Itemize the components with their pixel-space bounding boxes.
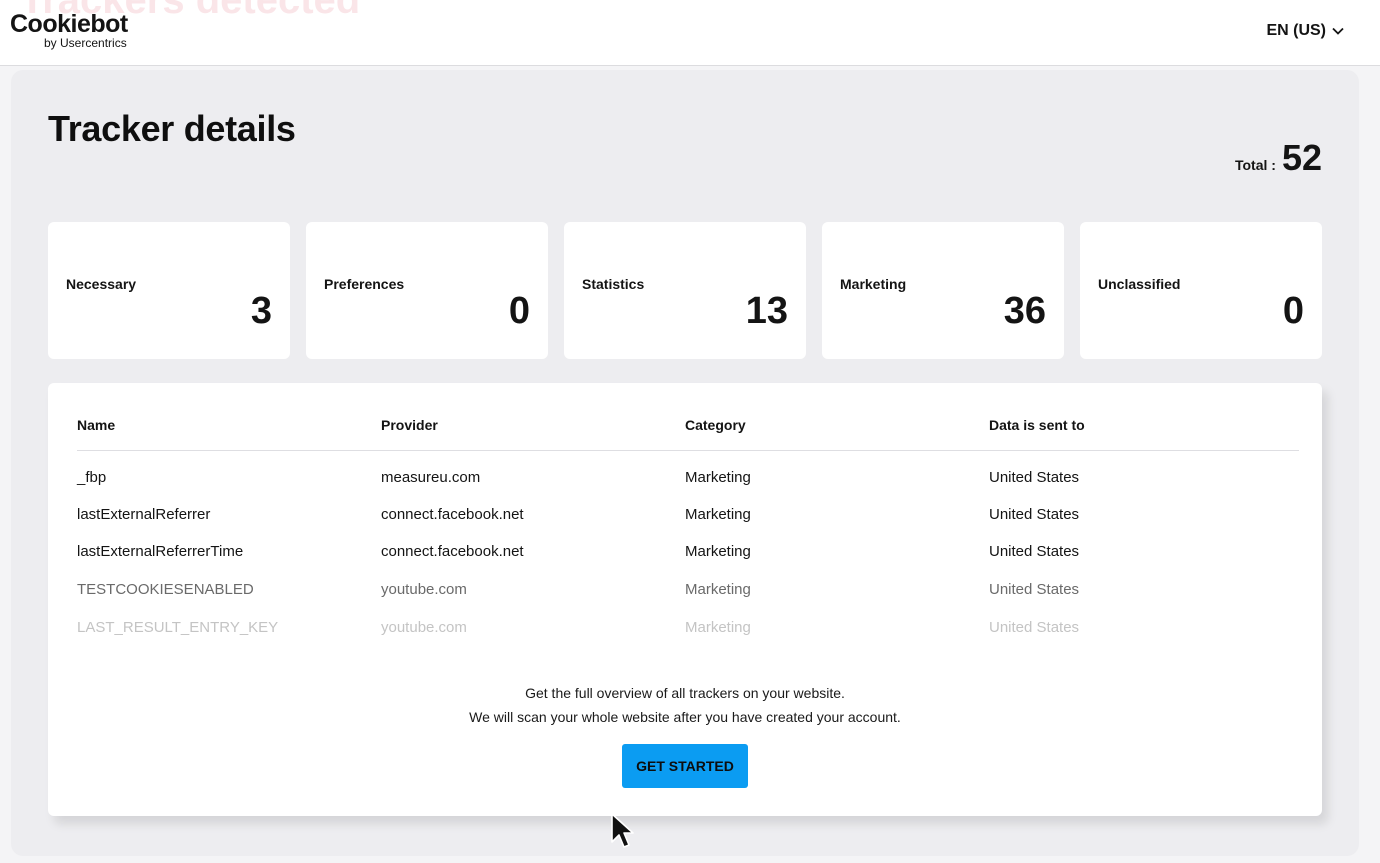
tracker-destination: United States	[989, 543, 1080, 560]
table-row: lastExternalReferrerTime connect.faceboo…	[48, 543, 1322, 567]
tracker-category: Marketing	[685, 543, 751, 560]
tracker-name: LAST_RESULT_ENTRY_KEY	[77, 619, 279, 636]
tracker-destination: United States	[989, 506, 1080, 523]
category-card-unclassified: Unclassified 0	[1080, 222, 1322, 359]
table-row: lastExternalReferrer connect.facebook.ne…	[48, 506, 1322, 530]
tracker-destination: United States	[989, 469, 1080, 486]
tracker-category: Marketing	[685, 619, 751, 636]
tracker-category: Marketing	[685, 581, 751, 598]
tracker-provider: connect.facebook.net	[381, 506, 524, 523]
total-label: Total :	[1234, 157, 1276, 173]
mouse-pointer-icon	[610, 812, 634, 855]
language-selector[interactable]: EN (US)	[1266, 21, 1344, 41]
category-card-preferences: Preferences 0	[306, 222, 548, 359]
column-header-name: Name	[77, 417, 116, 433]
category-card-marketing: Marketing 36	[822, 222, 1064, 359]
tracker-provider: measureu.com	[381, 469, 481, 486]
tracker-provider: youtube.com	[381, 619, 467, 636]
tracker-name: _fbp	[77, 469, 107, 486]
table-row: _fbp measureu.com Marketing United State…	[48, 469, 1322, 493]
total-count: Total : 52	[1235, 137, 1322, 179]
cookiebot-logo[interactable]: Cookiebot by Usercentrics	[10, 10, 140, 52]
category-card-necessary: Necessary 3	[48, 222, 290, 359]
column-header-provider: Provider	[381, 417, 438, 433]
category-label: Marketing	[840, 276, 907, 292]
category-count: 0	[508, 290, 530, 332]
tracker-destination: United States	[989, 619, 1080, 636]
category-count: 3	[250, 290, 272, 332]
tracker-name: lastExternalReferrerTime	[77, 543, 244, 560]
category-label: Statistics	[582, 276, 645, 292]
table-row: LAST_RESULT_ENTRY_KEY youtube.com Market…	[48, 619, 1322, 643]
category-count: 13	[745, 290, 788, 332]
cta-description-line-1: Get the full overview of all trackers on…	[525, 685, 845, 701]
column-header-destination: Data is sent to	[989, 417, 1085, 433]
category-count: 36	[1003, 290, 1046, 332]
tracker-name: TESTCOOKIESENABLED	[77, 581, 254, 598]
logo-wordmark: Cookiebot	[10, 10, 128, 38]
tracker-provider: connect.facebook.net	[381, 543, 524, 560]
category-label: Necessary	[66, 276, 137, 292]
total-value: 52	[1281, 137, 1322, 178]
category-label: Unclassified	[1098, 276, 1181, 292]
tracker-destination: United States	[989, 581, 1080, 598]
logo-tagline: by Usercentrics	[44, 36, 127, 50]
tracker-category: Marketing	[685, 469, 751, 486]
category-label: Preferences	[324, 276, 405, 292]
table-row: TESTCOOKIESENABLED youtube.com Marketing…	[48, 581, 1322, 605]
header-divider	[77, 450, 1299, 451]
chevron-down-icon	[1332, 27, 1344, 35]
tracker-provider: youtube.com	[381, 581, 467, 598]
tracker-name: lastExternalReferrer	[77, 506, 211, 523]
column-header-category: Category	[685, 417, 746, 433]
get-started-button[interactable]: GET STARTED	[622, 744, 748, 788]
cta-description-line-2: We will scan your whole website after yo…	[469, 709, 901, 725]
category-count: 0	[1282, 290, 1304, 332]
language-label: EN (US)	[1266, 22, 1326, 39]
category-card-statistics: Statistics 13	[564, 222, 806, 359]
top-bar: Trackers detected Cookiebot by Usercentr…	[0, 0, 1380, 66]
tracker-table-card: Name Provider Category Data is sent to _…	[48, 383, 1322, 816]
tracker-category: Marketing	[685, 506, 751, 523]
page-title: Tracker details	[48, 108, 296, 149]
